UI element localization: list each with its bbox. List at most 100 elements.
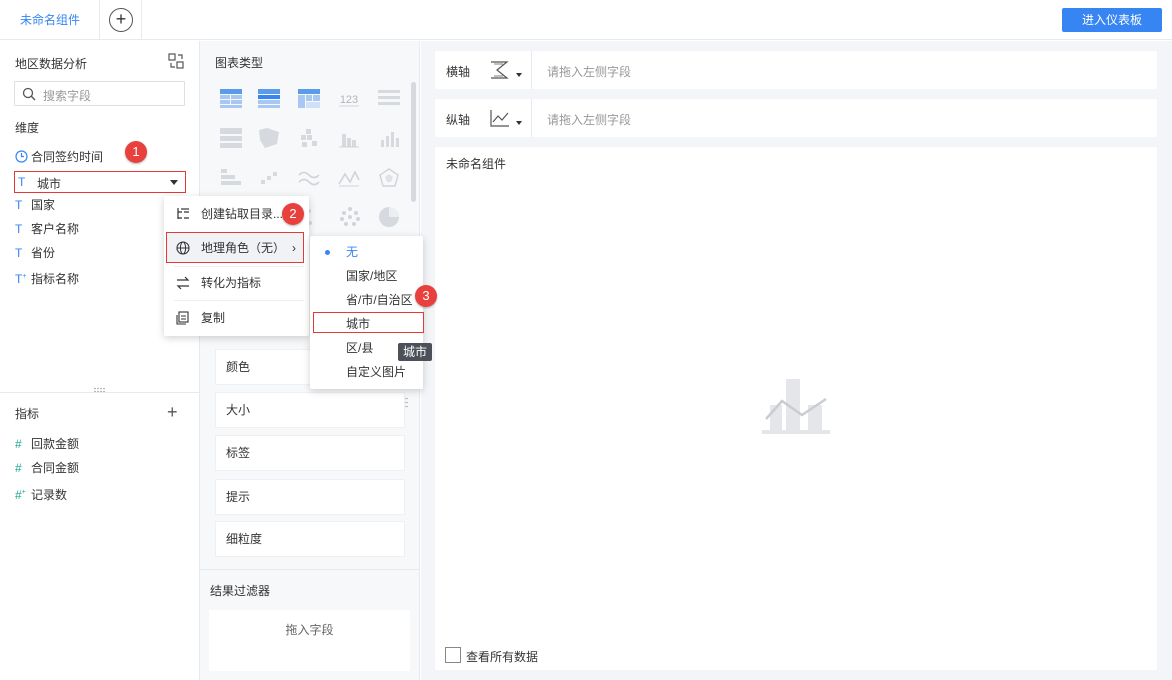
group-table-icon[interactable]: [257, 86, 281, 110]
measure-field-contract-amount[interactable]: # 合同金额: [15, 458, 79, 478]
field-label: 客户名称: [31, 222, 80, 236]
globe-icon: [176, 241, 190, 255]
chart-type-scrollbar[interactable]: [411, 82, 416, 202]
menu-item-label: 复制: [201, 311, 226, 325]
funnel-dot-icon[interactable]: [338, 205, 362, 229]
y-axis-shelf[interactable]: 纵轴 请拖入左侧字段: [435, 99, 1157, 137]
dimension-field-metric-name[interactable]: T+ 指标名称: [15, 267, 79, 287]
bar-chart-icon[interactable]: [219, 166, 243, 190]
pie-chart-icon[interactable]: [377, 205, 401, 229]
dimension-field-customer[interactable]: T 客户名称: [15, 219, 79, 239]
menu-item-label: 地理角色（无）: [201, 241, 286, 255]
geo-option-custom-image[interactable]: 自定义图片: [346, 362, 406, 382]
measure-section-title: 指标: [15, 407, 40, 421]
selected-dot-icon: [325, 250, 330, 255]
tab-untitled-component[interactable]: 未命名组件: [0, 0, 100, 40]
empty-chart-icon: [762, 379, 830, 434]
field-label: 国家: [31, 198, 56, 212]
dimension-field-province[interactable]: T 省份: [15, 243, 55, 263]
step-badge-2: 2: [282, 203, 304, 225]
geo-option-city[interactable]: 城市: [346, 314, 370, 334]
enter-dashboard-button[interactable]: 进入仪表板: [1062, 8, 1162, 32]
top-bar: 未命名组件 + 进入仪表板: [0, 0, 1172, 40]
cross-table-icon[interactable]: [297, 86, 321, 110]
dimension-field-city[interactable]: T 城市: [14, 171, 186, 193]
field-label: 指标名称: [31, 272, 80, 286]
geo-option-province[interactable]: 省/市/自治区: [346, 290, 413, 310]
geo-option-country[interactable]: 国家/地区: [346, 266, 397, 286]
field-label: 记录数: [31, 488, 68, 502]
tooltip: 城市: [398, 343, 432, 361]
add-measure-icon[interactable]: +: [167, 403, 178, 421]
radar-chart-icon[interactable]: [377, 166, 401, 190]
search-icon: [22, 87, 36, 101]
dataset-title: 地区数据分析: [15, 57, 88, 71]
hash-icon: #+: [15, 488, 26, 502]
divider: [531, 51, 532, 89]
measure-field-record-count[interactable]: #+ 记录数: [15, 483, 67, 503]
component-canvas: 未命名组件 查看所有数据: [435, 147, 1157, 670]
line-chart-icon[interactable]: [297, 166, 321, 190]
measure-field-payment[interactable]: # 回款金额: [15, 434, 79, 454]
x-axis-label: 横轴: [446, 65, 471, 79]
y-axis-label: 纵轴: [446, 113, 471, 127]
caret-down-icon[interactable]: [516, 73, 522, 77]
geo-option-district[interactable]: 区/县: [346, 338, 373, 358]
detail-table-icon[interactable]: [377, 86, 401, 110]
filter-drop-zone[interactable]: 拖入字段: [209, 610, 410, 671]
convert-arrows-icon: [176, 276, 190, 290]
field-label: 城市: [37, 177, 62, 191]
x-axis-shelf[interactable]: 横轴 请拖入左侧字段: [435, 51, 1157, 89]
search-placeholder: 搜索字段: [43, 89, 92, 103]
y-axis-chart-icon[interactable]: [489, 108, 511, 128]
drill-tree-icon: [177, 208, 189, 219]
heat-map-icon[interactable]: [297, 126, 321, 150]
table-chart-icon[interactable]: [219, 86, 243, 110]
menu-item-copy[interactable]: 复制: [164, 301, 309, 335]
geo-option-none[interactable]: 无: [346, 242, 358, 262]
property-size[interactable]: 大小: [215, 392, 405, 428]
text-type-icon: T: [15, 222, 23, 236]
field-search-input[interactable]: 搜索字段: [14, 81, 185, 106]
caret-down-icon[interactable]: [516, 121, 522, 125]
dimension-section-title: 维度: [15, 121, 40, 135]
caret-down-icon[interactable]: [170, 180, 178, 185]
plus-icon: +: [109, 8, 133, 32]
menu-item-convert-measure[interactable]: 转化为指标: [164, 266, 309, 300]
hash-icon: #: [15, 461, 22, 475]
y-axis-placeholder: 请拖入左侧字段: [547, 113, 632, 127]
add-tab-button[interactable]: +: [100, 0, 142, 40]
divider: [200, 569, 420, 570]
view-all-data-checkbox[interactable]: [445, 647, 461, 663]
geo-role-submenu: 无 国家/地区 省/市/自治区 城市 区/县 自定义图片: [310, 236, 424, 389]
divider: [531, 99, 532, 137]
step-badge-1: 1: [125, 141, 147, 163]
divider: [0, 392, 200, 393]
dimension-field-country[interactable]: T 国家: [15, 195, 55, 215]
property-granularity[interactable]: 细粒度: [215, 521, 405, 557]
x-axis-placeholder: 请拖入左侧字段: [547, 65, 632, 79]
field-panel: 地区数据分析 搜索字段 维度 合同签约时间 T 城市 T 国家 T 客户名称 T 省份…: [0, 41, 200, 680]
dimension-field-contract-time[interactable]: 合同签约时间: [15, 147, 103, 167]
text-type-icon: T: [15, 198, 23, 212]
copy-icon: [176, 311, 189, 325]
grouped-column-icon[interactable]: [377, 126, 401, 150]
svg-text:123: 123: [340, 94, 358, 106]
kpi-number-icon[interactable]: 123: [337, 86, 361, 110]
region-map-icon[interactable]: [257, 126, 281, 150]
hash-icon: #: [15, 437, 22, 451]
field-label: 省份: [31, 246, 56, 260]
area-chart-icon[interactable]: [337, 166, 361, 190]
map-point-icon[interactable]: [219, 126, 243, 150]
menu-item-geo-role[interactable]: 地理角色（无） ›: [164, 231, 309, 265]
scatter-chart-icon[interactable]: [257, 166, 281, 190]
text-type-icon: T: [18, 175, 26, 189]
property-tooltip[interactable]: 提示: [215, 479, 405, 515]
column-chart-icon[interactable]: [337, 126, 361, 150]
switch-dataset-icon[interactable]: [168, 53, 184, 69]
chevron-right-icon: ›: [292, 241, 296, 255]
property-label[interactable]: 标签: [215, 435, 405, 471]
field-label: 合同签约时间: [31, 150, 104, 164]
x-axis-sort-icon[interactable]: [489, 60, 511, 80]
field-label: 合同金额: [31, 461, 80, 475]
